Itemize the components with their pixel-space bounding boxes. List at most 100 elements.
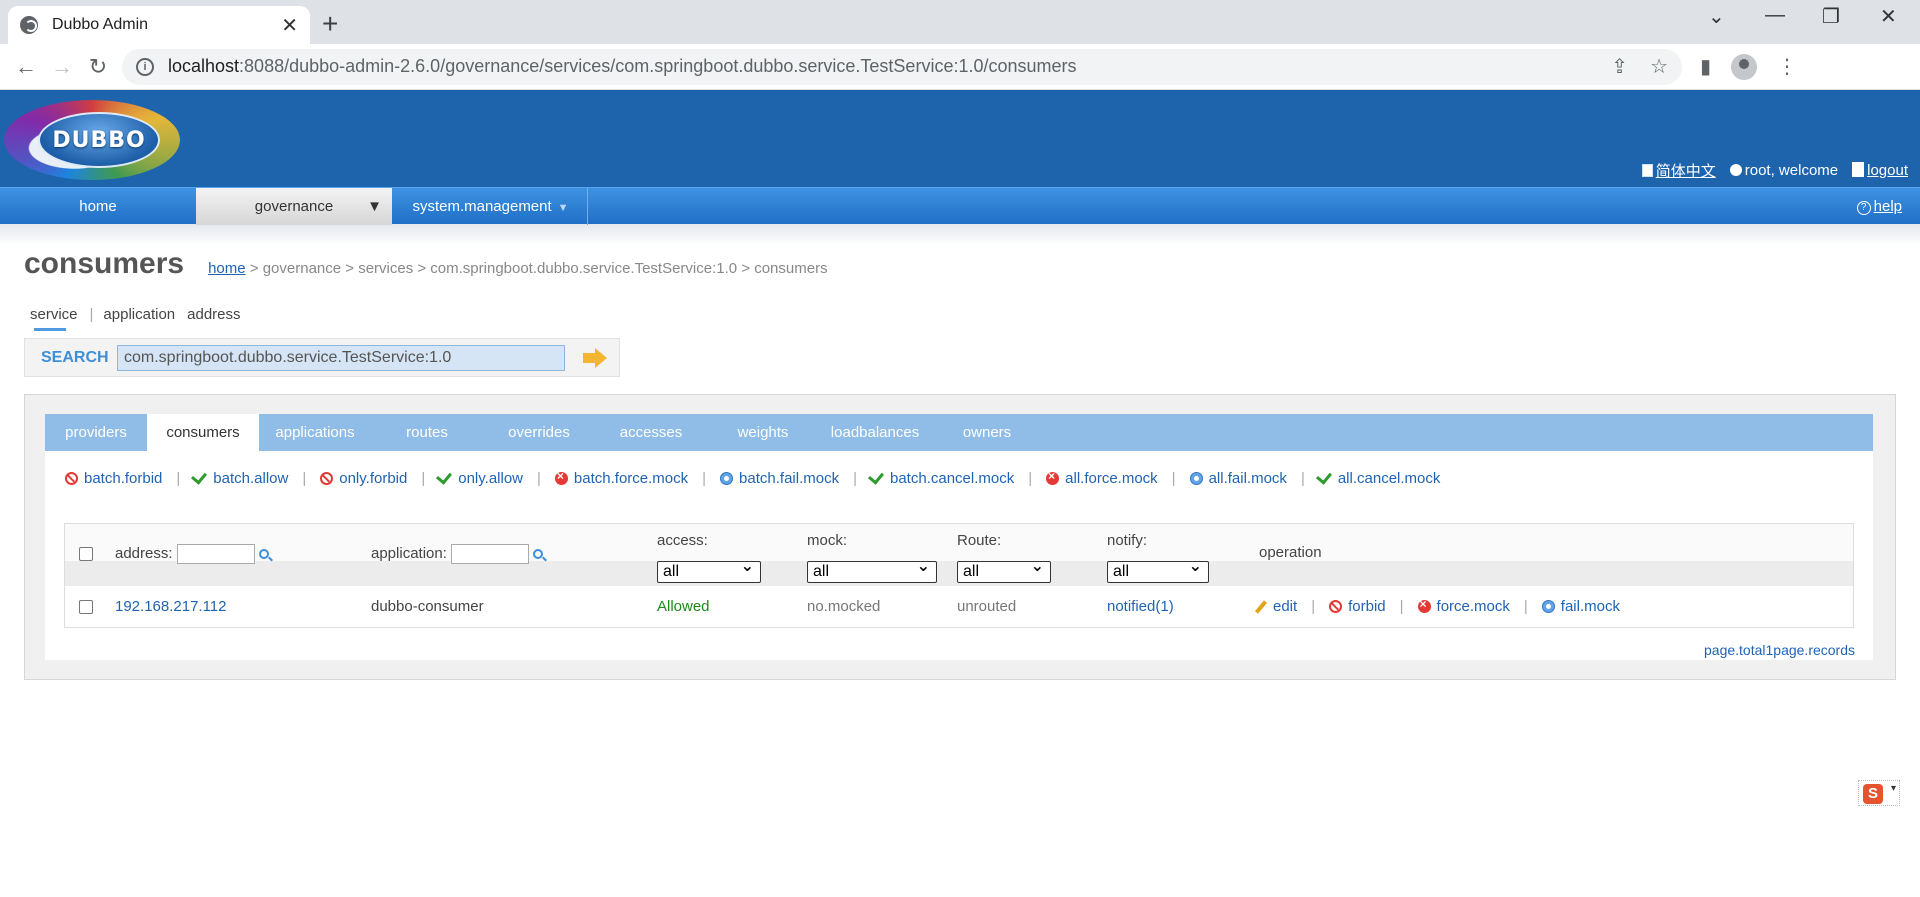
- force-mock-icon: [1046, 469, 1060, 485]
- welcome-text: root, welcome: [1729, 162, 1838, 179]
- breadcrumb-home[interactable]: home: [208, 260, 246, 277]
- dubbo-logo: DUBBO: [4, 94, 180, 184]
- nav-governance[interactable]: home governance ▼: [196, 188, 392, 225]
- operation-header: operation: [1259, 544, 1322, 561]
- divider: |: [537, 470, 541, 487]
- tab-application[interactable]: application: [103, 306, 175, 323]
- tab-address[interactable]: address: [187, 306, 240, 323]
- content-panel: providers consumers applications routes …: [24, 394, 1896, 680]
- batch-force-mock-button[interactable]: batch.force.mock: [554, 469, 688, 487]
- application-filter-input[interactable]: [451, 544, 530, 564]
- close-window-icon[interactable]: ✕: [1880, 4, 1897, 29]
- sogou-ime-icon: S: [1863, 784, 1883, 804]
- check-icon: [1315, 468, 1332, 485]
- panel-tabs: providers consumers applications routes …: [45, 414, 1873, 451]
- tab-providers[interactable]: providers: [45, 414, 147, 451]
- fail-mock-icon: [1541, 600, 1555, 613]
- batch-fail-mock-button[interactable]: batch.fail.mock: [720, 470, 839, 487]
- row-address[interactable]: 192.168.217.112: [115, 598, 227, 615]
- all-force-mock-button[interactable]: all.force.mock: [1046, 469, 1158, 487]
- back-icon[interactable]: ←: [8, 54, 44, 80]
- address-filter: address:: [115, 544, 269, 564]
- forbid-icon: [1329, 600, 1343, 613]
- url-field[interactable]: i localhost :8088/dubbo-admin-2.6.0/gove…: [122, 48, 1682, 85]
- address-filter-input[interactable]: [176, 544, 255, 564]
- restore-icon[interactable]: ❐: [1822, 4, 1840, 29]
- only-allow-button[interactable]: only.allow: [436, 468, 523, 487]
- tab-consumers[interactable]: consumers: [147, 414, 259, 451]
- fail-mock-button[interactable]: fail.mock: [1541, 598, 1620, 615]
- edit-button[interactable]: edit: [1254, 598, 1297, 615]
- batch-forbid-button[interactable]: batch.forbid: [65, 470, 162, 487]
- tab-owners[interactable]: owners: [931, 414, 1043, 451]
- only-forbid-button[interactable]: only.forbid: [320, 470, 407, 487]
- user-icon: [1729, 164, 1742, 176]
- table-row: 192.168.217.112 dubbo-consumer Allowed n…: [65, 586, 1853, 628]
- mock-header: mock:: [807, 532, 848, 549]
- row-application: dubbo-consumer: [371, 598, 484, 615]
- divider: |: [1311, 598, 1316, 615]
- mock-select[interactable]: all: [807, 557, 937, 583]
- batch-allow-button[interactable]: batch.allow: [191, 468, 288, 487]
- nav-system-management[interactable]: system.management ▼: [394, 188, 588, 225]
- search-icon[interactable]: [258, 549, 269, 559]
- force-mock-button[interactable]: force.mock: [1417, 597, 1510, 615]
- access-select[interactable]: all: [657, 557, 761, 583]
- search-icon[interactable]: [533, 549, 544, 559]
- tab-search-icon[interactable]: ⌄: [1708, 4, 1725, 29]
- browser-tab-strip: Dubbo Admin ✕ + ⌄ — ❐ ✕: [0, 0, 1920, 44]
- tab-accesses[interactable]: accesses: [595, 414, 707, 451]
- forbid-icon: [65, 472, 78, 485]
- nav-home[interactable]: home: [0, 188, 196, 225]
- search-type-tabs: service | application address: [30, 306, 253, 331]
- side-panel-icon[interactable]: ▮: [1700, 54, 1711, 79]
- application-filter: application:: [371, 544, 544, 564]
- forbid-icon: [320, 472, 334, 485]
- row-notify-link[interactable]: notified(1): [1107, 598, 1174, 615]
- search-go-arrow-icon[interactable]: [583, 347, 609, 368]
- all-cancel-mock-button[interactable]: all.cancel.mock: [1315, 468, 1440, 487]
- document-icon: [1641, 164, 1653, 177]
- search-input[interactable]: [117, 344, 565, 371]
- site-info-icon[interactable]: i: [136, 57, 154, 76]
- forbid-button[interactable]: forbid: [1329, 598, 1386, 615]
- row-checkbox[interactable]: [79, 600, 93, 614]
- content-inner: providers consumers applications routes …: [45, 414, 1873, 660]
- ime-menu-icon[interactable]: ▾: [1891, 783, 1896, 794]
- profile-avatar-icon[interactable]: [1731, 53, 1758, 80]
- divider: |: [176, 470, 181, 487]
- tab-service[interactable]: service: [30, 306, 78, 331]
- browser-tab[interactable]: Dubbo Admin ✕: [8, 6, 310, 44]
- browser-menu-icon[interactable]: ⋮: [1777, 54, 1797, 79]
- tab-applications[interactable]: applications: [259, 414, 371, 451]
- all-fail-mock-button[interactable]: all.fail.mock: [1189, 470, 1287, 487]
- ime-toolbar[interactable]: S ▾: [1858, 780, 1900, 806]
- breadcrumb: home > governance > services > com.sprin…: [208, 260, 828, 277]
- reload-icon[interactable]: ↻: [80, 54, 116, 80]
- logout-link[interactable]: logout: [1852, 162, 1908, 179]
- share-icon[interactable]: ⇪: [1611, 54, 1628, 79]
- pagination-info: page.total1page.records: [1704, 642, 1855, 658]
- language-link[interactable]: 简体中文: [1641, 160, 1716, 181]
- globe-icon: [20, 16, 38, 34]
- help-link[interactable]: ? help: [1856, 188, 1902, 225]
- divider: |: [853, 470, 857, 487]
- new-tab-button[interactable]: +: [322, 8, 338, 40]
- select-all-checkbox[interactable]: [79, 547, 93, 561]
- user-bar: 简体中文 root, welcome logout: [1641, 160, 1908, 181]
- tab-loadbalances[interactable]: loadbalances: [819, 414, 931, 451]
- divider: |: [421, 470, 426, 487]
- batch-cancel-mock-button[interactable]: batch.cancel.mock: [867, 468, 1014, 487]
- notify-select[interactable]: all: [1107, 557, 1209, 583]
- forward-icon[interactable]: →: [44, 54, 80, 80]
- tab-overrides[interactable]: overrides: [483, 414, 595, 451]
- tab-routes[interactable]: routes: [371, 414, 483, 451]
- route-select[interactable]: all: [957, 557, 1051, 583]
- tab-close-icon[interactable]: ✕: [281, 13, 298, 38]
- table-header: address: application: access: all mock: …: [65, 524, 1853, 586]
- row-operations: edit | forbid | force.mock | fail.mock: [1254, 597, 1620, 615]
- minimize-icon[interactable]: —: [1765, 4, 1785, 27]
- bookmark-star-icon[interactable]: ☆: [1650, 54, 1668, 79]
- tab-weights[interactable]: weights: [707, 414, 819, 451]
- url-path: :8088/dubbo-admin-2.6.0/governance/servi…: [239, 56, 1077, 76]
